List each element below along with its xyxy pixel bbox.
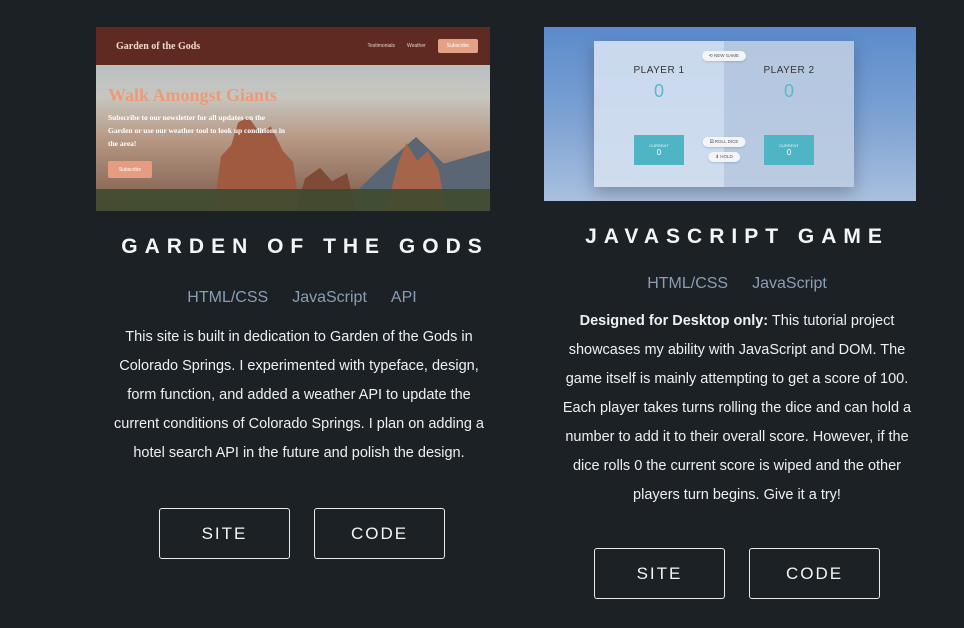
tech-tag: API (390, 289, 417, 306)
description-line: dice rolls 0 the current score is wiped … (572, 458, 902, 474)
new-game-label: NEW GAME (714, 53, 740, 58)
project-description: This site is built in dedication to Gard… (82, 323, 508, 468)
project-card-javascript-game: PLAYER 1 0 CURRENT 0 PLAYER 2 0 CURRENT … (530, 27, 930, 599)
hold-pill: ⬇ HOLD (708, 152, 740, 162)
project-description: Designed for Desktop only: This tutorial… (530, 307, 930, 510)
tech-tags: HTML/CSS JavaScript API (82, 289, 508, 307)
preview-nav-link: Weather (406, 43, 426, 49)
player-1-score: 0 (653, 81, 664, 101)
project-thumbnail: PLAYER 1 0 CURRENT 0 PLAYER 2 0 CURRENT … (544, 27, 916, 201)
description-line: showcases my ability with JavaScript and… (568, 342, 906, 358)
tech-tag: HTML/CSS (187, 289, 269, 306)
preview-headline: Walk Amongst Giants (108, 85, 278, 105)
player-1-panel: PLAYER 1 0 CURRENT 0 (594, 41, 724, 187)
tech-tag: HTML/CSS (647, 275, 729, 292)
description-line: current conditions of Colorado Springs. … (114, 416, 484, 432)
description-line: hotel search API in the future and polis… (133, 445, 465, 461)
current-label: CURRENT (649, 143, 669, 148)
code-button[interactable]: CODE (314, 508, 445, 559)
roll-dice-label: ROLL DICE (714, 139, 739, 144)
preview-body: Subscribe to our newsletter for all upda… (108, 113, 286, 148)
player-1-current-box: CURRENT 0 (634, 135, 684, 165)
new-game-pill: ⟲ NEW GAME (701, 51, 747, 61)
preview-brand: Garden of the Gods (116, 40, 201, 52)
project-buttons: SITE CODE (82, 508, 508, 559)
tech-tag: JavaScript (292, 289, 367, 306)
player-2-score: 0 (783, 81, 794, 101)
current-score: 0 (656, 148, 662, 157)
preview-navbar: Garden of the Gods Testimonials Weather … (96, 27, 490, 65)
description-line: This site is built in dedication to Gard… (125, 329, 473, 345)
description-line: Colorado Springs. I experimented with ty… (119, 358, 479, 374)
player-1-name: PLAYER 1 (633, 65, 685, 76)
project-title: JAVASCRIPT GAME (585, 225, 889, 248)
project-title: GARDEN OF THE GODS (121, 235, 489, 258)
description-first-text: This tutorial project (768, 313, 895, 329)
player-2-name: PLAYER 2 (763, 65, 815, 76)
project-thumbnail: Garden of the Gods Testimonials Weather … (96, 27, 490, 211)
project-buttons: SITE CODE (530, 548, 930, 599)
code-button[interactable]: CODE (749, 548, 880, 599)
current-score: 0 (786, 148, 792, 157)
roll-dice-pill: ⚄ ROLL DICE (702, 137, 746, 147)
project-card-garden-of-the-gods: Garden of the Gods Testimonials Weather … (82, 27, 508, 559)
current-label: CURRENT (779, 143, 799, 148)
game-board: PLAYER 1 0 CURRENT 0 PLAYER 2 0 CURRENT … (594, 41, 854, 187)
site-button[interactable]: SITE (594, 548, 725, 599)
player-2-current-box: CURRENT 0 (764, 135, 814, 165)
desktop-only-note: Designed for Desktop only: (579, 313, 769, 329)
tree-line (96, 189, 490, 211)
hold-label: HOLD (720, 154, 733, 159)
preview-nav-link: Testimonials (367, 43, 395, 49)
tech-tags: HTML/CSS JavaScript (530, 275, 930, 293)
description-line: number to add it to their overall score.… (565, 429, 909, 445)
description-line: players turn begins. Give it a try! (633, 487, 841, 503)
tech-tag: JavaScript (752, 275, 827, 292)
description-line: Each player takes turns rolling the dice… (562, 400, 912, 416)
description-line: game itself is mainly attempting to get … (565, 371, 909, 387)
description-line: Designed for Desktop only: This tutorial… (544, 307, 930, 336)
site-button[interactable]: SITE (159, 508, 290, 559)
preview-nav-links: Testimonials Weather Subscribe (367, 39, 478, 53)
player-2-panel: PLAYER 2 0 CURRENT 0 (724, 41, 854, 187)
preview-cta-button: Subscribe (108, 161, 152, 178)
preview-subscribe-button: Subscribe (437, 39, 478, 53)
description-line: form function, and added a weather API t… (127, 387, 471, 403)
